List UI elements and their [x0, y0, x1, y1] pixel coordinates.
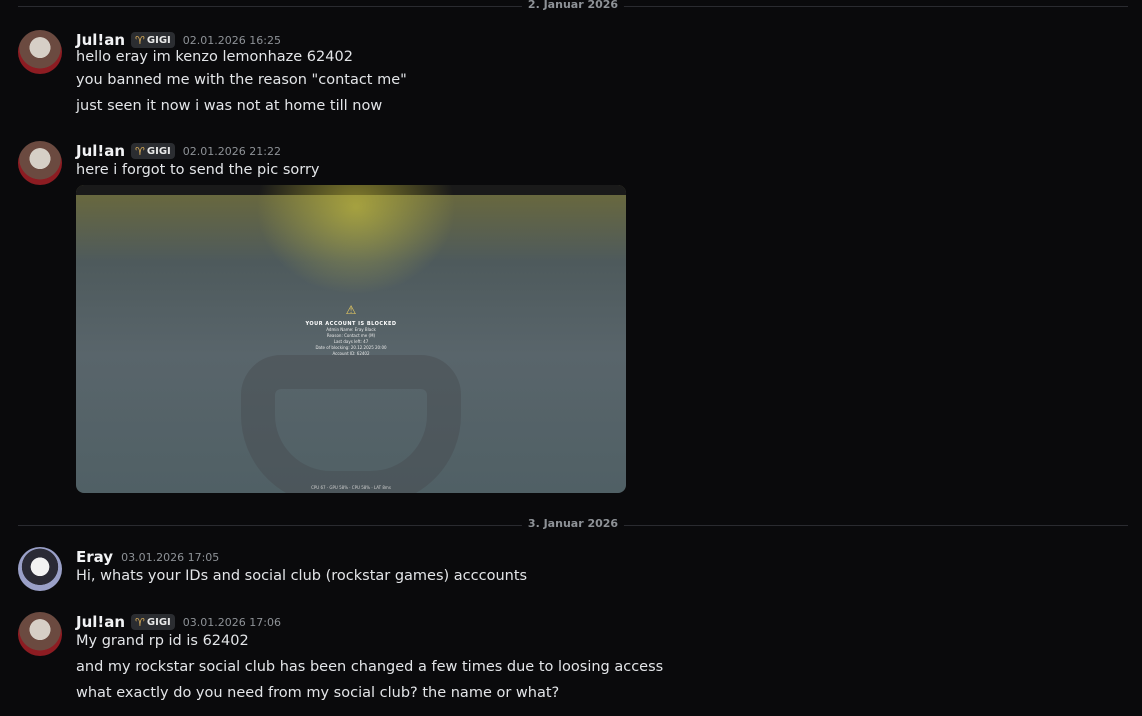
image-attachment[interactable]: ⚠ YOUR ACCOUNT IS BLOCKED Admin Name: Er…	[76, 185, 626, 493]
date-divider-label: 2. Januar 2026	[521, 0, 625, 11]
timestamp: 02.01.2026 21:22	[182, 144, 281, 158]
role-tag[interactable]: ♈ GIGI	[131, 143, 175, 159]
message-text: Hi, whats your IDs and social club (rock…	[76, 568, 528, 584]
deer-antlers-icon: ♈	[135, 144, 145, 158]
avatar[interactable]	[18, 547, 62, 591]
timestamp: 02.01.2026 16:25	[182, 33, 281, 47]
username[interactable]: Jul!an	[76, 31, 125, 49]
message-text: just seen it now i was not at home till …	[76, 98, 383, 114]
screenshot-footer: CPU 67 · GPU 58% · CPU 58% · LAT 8ms	[311, 485, 391, 490]
timestamp: 03.01.2026 17:06	[182, 615, 281, 629]
role-tag[interactable]: ♈ GIGI	[131, 32, 175, 48]
message-header: Jul!an ♈ GIGI 03.01.2026 17:06	[76, 612, 281, 632]
date-divider: 2. Januar 2026	[18, 0, 1128, 11]
date-divider: 3. Januar 2026	[18, 517, 1128, 530]
date-divider-label: 3. Januar 2026	[521, 517, 625, 530]
role-tag[interactable]: ♈ GIGI	[131, 614, 175, 630]
avatar[interactable]	[18, 141, 62, 185]
message-text: My grand rp id is 62402	[76, 633, 249, 649]
message-header: Jul!an ♈ GIGI 02.01.2026 21:22	[76, 141, 281, 161]
blocked-panel: ⚠ YOUR ACCOUNT IS BLOCKED Admin Name: Er…	[301, 303, 401, 357]
warning-triangle-icon: ⚠	[345, 303, 357, 317]
background-logo	[241, 355, 461, 493]
timestamp: 03.01.2026 17:05	[121, 550, 220, 564]
message-header: Jul!an ♈ GIGI 02.01.2026 16:25	[76, 30, 281, 50]
message-text: hello eray im kenzo lemonhaze 62402	[76, 49, 353, 65]
deer-antlers-icon: ♈	[135, 615, 145, 629]
avatar[interactable]	[18, 30, 62, 74]
message-text: and my rockstar social club has been cha…	[76, 659, 664, 675]
deer-antlers-icon: ♈	[135, 33, 145, 47]
username[interactable]: Eray	[76, 548, 113, 566]
message-text: you banned me with the reason "contact m…	[76, 72, 407, 88]
message-text: what exactly do you need from my social …	[76, 685, 560, 701]
message-text: here i forgot to send the pic sorry	[76, 162, 320, 178]
username[interactable]: Jul!an	[76, 142, 125, 160]
avatar[interactable]	[18, 612, 62, 656]
message-header: Eray 03.01.2026 17:05	[76, 547, 219, 567]
username[interactable]: Jul!an	[76, 613, 125, 631]
